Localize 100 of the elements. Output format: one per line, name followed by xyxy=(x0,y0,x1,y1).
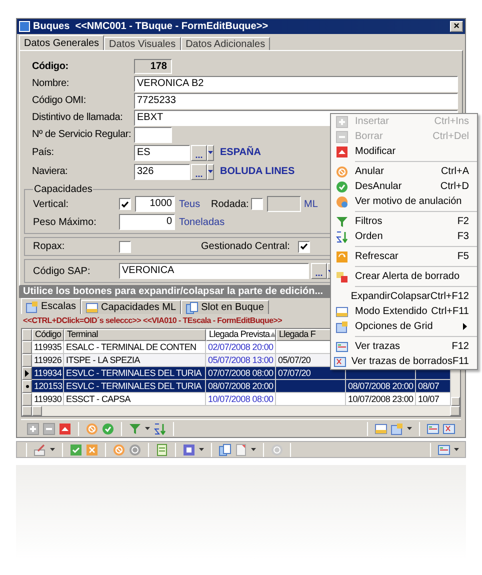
trace-delete-icon[interactable] xyxy=(443,422,455,435)
table-cell: 02/07/2008 20:00 xyxy=(208,342,274,352)
check-circle-icon[interactable] xyxy=(102,422,114,435)
input-field[interactable]: VERONICA B2 xyxy=(134,76,458,92)
unit-label: ML xyxy=(304,198,318,212)
input-field[interactable]: VERONICA xyxy=(119,263,309,279)
window-title: Buques <<NMC001 - TBuque - FormEditBuque>> xyxy=(33,20,268,34)
tab[interactable]: Datos Adicionales xyxy=(180,37,270,50)
alert-icon xyxy=(336,270,348,282)
field-label: Naviera: xyxy=(32,165,69,179)
table-cell: 10/07/2008 23:00 xyxy=(348,394,414,404)
grid-row[interactable]: 120153 ESVLC - TERMINALES DEL TURIA 08/07/2008 20:00 08/07/2008 20:00 08/07 xyxy=(22,380,451,393)
caret-icon[interactable] xyxy=(407,427,412,430)
tab[interactable]: Slot en Buque xyxy=(181,300,269,314)
caret-icon[interactable] xyxy=(251,448,256,451)
group-title: Capacidades xyxy=(33,184,94,195)
table-cell: 08/07/2008 20:00 xyxy=(348,380,414,391)
table-cell: 07/07/2008 08:00 xyxy=(208,368,274,378)
code-value: 178 xyxy=(134,58,172,74)
checkbox[interactable] xyxy=(119,198,131,210)
circle-icon[interactable] xyxy=(129,444,141,456)
menu-item[interactable]: DesAnular Ctrl+D xyxy=(331,179,477,194)
menu-item[interactable]: Crear Alerta de borrado xyxy=(331,269,477,284)
caret-icon[interactable] xyxy=(145,427,150,430)
page-icon[interactable] xyxy=(235,444,247,456)
refresh-icon xyxy=(336,250,348,262)
field-label: Código: xyxy=(32,60,70,74)
table-cell: 119930 xyxy=(34,394,62,404)
sort-arrow-icon xyxy=(270,332,275,338)
trace-icon[interactable] xyxy=(438,444,450,456)
table-cell: ESALC - TERMINAL DE CONTEN xyxy=(66,342,196,352)
menu-item[interactable]: Orden F3 xyxy=(331,229,477,244)
check-circle-icon xyxy=(336,180,348,192)
tab[interactable]: Datos Visuales xyxy=(104,37,181,50)
table-icon xyxy=(336,306,348,318)
menu-item[interactable]: Refrescar F5 xyxy=(331,249,477,264)
menu-item[interactable]: Modificar xyxy=(331,144,477,159)
menu-item[interactable]: Filtros F2 xyxy=(331,214,477,229)
checkbox[interactable] xyxy=(298,240,310,252)
field-label: Código OMI: xyxy=(32,94,87,108)
sort-icon xyxy=(336,230,348,242)
tab[interactable]: Datos Generales xyxy=(19,35,104,50)
field-label: Gestionado Central: xyxy=(201,240,290,254)
caret-icon[interactable] xyxy=(454,448,459,451)
trace-icon xyxy=(336,340,348,352)
input-field[interactable] xyxy=(134,126,172,142)
field-label: Ropax: xyxy=(33,240,66,254)
menu-item[interactable]: Modo Extendido Ctrl+F11 xyxy=(331,304,477,319)
edit-icon[interactable] xyxy=(34,444,46,456)
submenu-arrow-icon xyxy=(463,323,467,330)
field-label: País: xyxy=(32,146,55,160)
trace-icon[interactable] xyxy=(427,422,439,435)
table-cell: 119926 xyxy=(34,354,62,365)
lookup-description: ESPAÑA xyxy=(220,145,261,160)
table-cell: 08/07/2008 20:00 xyxy=(208,380,274,391)
grid-row[interactable]: 119930 ESSCT - CAPSA 10/07/2008 08:00 10/07/2008 23:00 10/07 xyxy=(22,392,451,406)
table-cell: 120153 xyxy=(34,380,62,391)
row-indicator[interactable] xyxy=(22,366,32,380)
close-button[interactable]: × xyxy=(450,21,463,32)
check-icon[interactable] xyxy=(70,444,82,456)
cancel-circle-icon[interactable] xyxy=(113,444,125,456)
caret-icon[interactable] xyxy=(199,448,204,451)
menu-item[interactable]: Anular Ctrl+A xyxy=(331,164,477,179)
documents-icon[interactable] xyxy=(219,444,231,456)
table-cell: 08/07 xyxy=(418,380,440,391)
cancel-circle-icon[interactable] xyxy=(86,422,98,435)
table-cell: 10/07/2008 08:00 xyxy=(208,394,274,404)
checkbox[interactable] xyxy=(119,240,131,252)
dropdown-button[interactable] xyxy=(207,144,214,160)
table-icon[interactable] xyxy=(375,422,387,435)
table-cell: 05/07/20 xyxy=(278,354,311,365)
lookup-button[interactable]: ... xyxy=(311,263,327,279)
input-field[interactable]: 326 xyxy=(134,164,190,180)
dropdown-button[interactable] xyxy=(207,164,214,180)
plus-icon[interactable] xyxy=(27,422,39,435)
filter-icon xyxy=(336,216,348,228)
input-field[interactable]: 1000 xyxy=(135,196,175,212)
input-field[interactable]: ES xyxy=(134,144,190,160)
menu-item[interactable]: Ver motivo de anulación xyxy=(331,194,477,209)
minus-icon[interactable] xyxy=(43,422,55,435)
lookup-button[interactable]: ... xyxy=(191,164,207,180)
column-header[interactable]: Código xyxy=(32,328,64,341)
caret-icon xyxy=(208,170,213,173)
field-label: Nº de Servicio Regular: xyxy=(32,128,132,142)
caret-icon[interactable] xyxy=(50,448,55,451)
square-icon[interactable] xyxy=(183,444,195,456)
table-cell: ESVLC - TERMINALES DEL TURIA xyxy=(66,380,202,391)
sort-icon[interactable] xyxy=(154,422,166,435)
lookup-button[interactable]: ... xyxy=(191,144,207,160)
input-field[interactable]: 0 xyxy=(119,214,175,230)
column-header[interactable]: Terminal xyxy=(64,328,206,341)
column-header[interactable]: Llegada Prevista xyxy=(206,328,276,341)
tab[interactable]: Escalas xyxy=(21,298,82,314)
plus-icon xyxy=(336,116,348,128)
tab[interactable]: Capacidades ML xyxy=(81,300,182,314)
input-field[interactable]: 7725233 xyxy=(134,92,458,108)
horizontal-scrollbar[interactable] xyxy=(22,406,460,416)
row-indicator[interactable] xyxy=(22,380,32,393)
cancel-icon[interactable] xyxy=(86,444,98,456)
trace-delete-icon xyxy=(334,356,346,368)
